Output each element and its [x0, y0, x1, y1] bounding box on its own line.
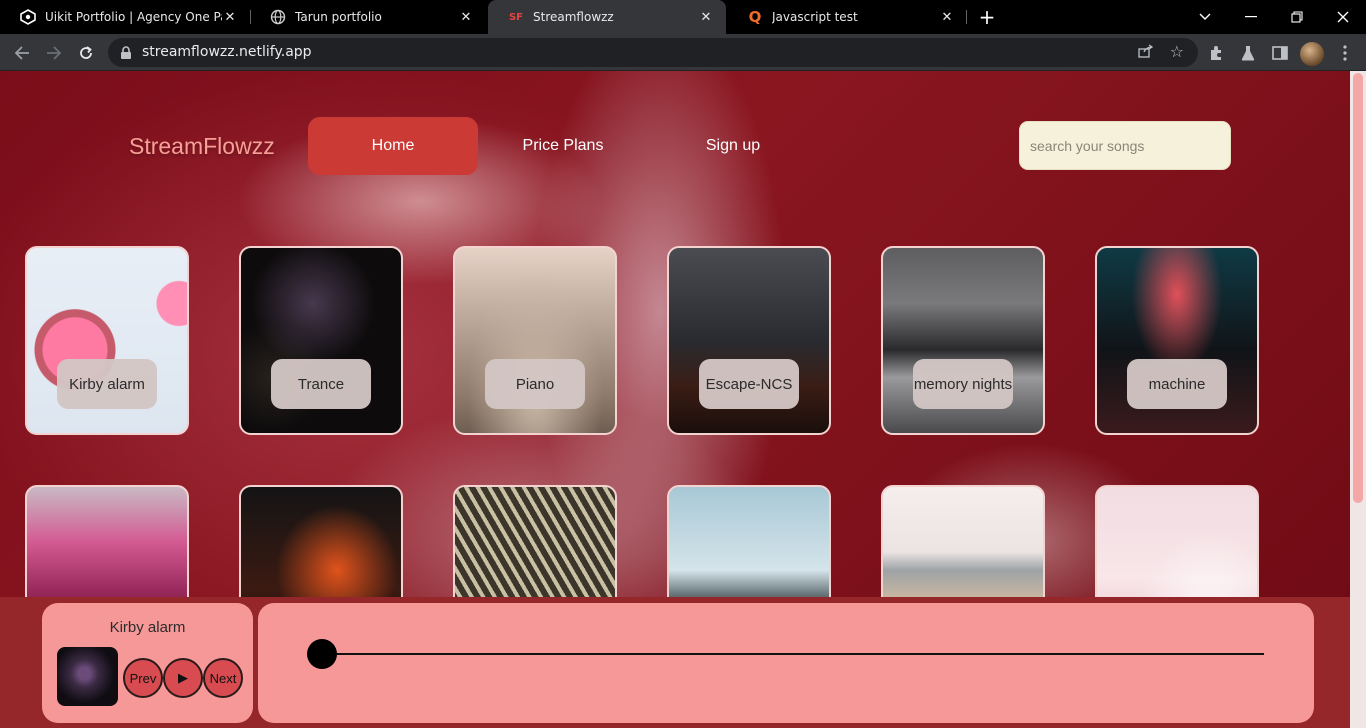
- site-logo[interactable]: StreamFlowzz: [129, 133, 275, 160]
- url-text: streamflowzz.netlify.app: [142, 44, 312, 60]
- tab-javascript-test[interactable]: Q Javascript test ✕: [727, 0, 967, 34]
- song-card-memory-nights[interactable]: memory nights: [881, 246, 1045, 435]
- prev-button[interactable]: Prev: [123, 658, 163, 698]
- song-card-kirby-alarm[interactable]: Kirby alarm: [25, 246, 189, 435]
- song-card-piano[interactable]: Piano: [453, 246, 617, 435]
- tab-title: Tarun portfolio: [295, 10, 382, 24]
- nav-sign-up[interactable]: Sign up: [648, 117, 818, 175]
- now-playing-artwork: [57, 647, 118, 706]
- address-bar[interactable]: streamflowzz.netlify.app ☆: [108, 38, 1198, 67]
- play-button[interactable]: ▶: [163, 658, 203, 698]
- reload-icon[interactable]: [73, 40, 99, 66]
- song-title: Trance: [271, 359, 371, 409]
- song-card-escape-ncs[interactable]: Escape-NCS: [667, 246, 831, 435]
- q-icon: Q: [748, 8, 762, 26]
- now-playing-title: Kirby alarm: [109, 619, 186, 636]
- scrollbar-thumb[interactable]: [1353, 73, 1363, 503]
- uikit-icon: [20, 9, 36, 25]
- song-title: memory nights: [913, 359, 1013, 409]
- close-tab-icon[interactable]: ✕: [698, 10, 714, 25]
- tab-tarun-portfolio[interactable]: Tarun portfolio ✕: [250, 0, 486, 34]
- share-icon[interactable]: [1138, 44, 1154, 62]
- globe-icon: [270, 9, 286, 25]
- page-scrollbar[interactable]: [1350, 71, 1366, 728]
- lock-icon: [120, 45, 134, 59]
- music-player-bar: Kirby alarm Prev ▶ Next: [0, 597, 1350, 728]
- minimize-icon[interactable]: [1228, 0, 1274, 34]
- search-input[interactable]: [1019, 121, 1231, 170]
- song-title: Escape-NCS: [699, 359, 799, 409]
- back-icon[interactable]: [9, 40, 35, 66]
- next-button[interactable]: Next: [203, 658, 243, 698]
- labs-flask-icon[interactable]: [1235, 40, 1261, 66]
- browser-toolbar: streamflowzz.netlify.app ☆: [0, 34, 1366, 71]
- song-title: machine: [1127, 359, 1227, 409]
- tab-title: Javascript test: [772, 10, 858, 24]
- close-tab-icon[interactable]: ✕: [939, 10, 955, 25]
- progress-track[interactable]: [322, 653, 1264, 655]
- progress-slider-thumb[interactable]: [307, 639, 337, 669]
- close-tab-icon[interactable]: ✕: [222, 10, 238, 25]
- menu-kebab-icon[interactable]: [1332, 40, 1358, 66]
- tab-divider: [966, 10, 967, 24]
- now-playing-panel: Kirby alarm Prev ▶ Next: [42, 603, 253, 723]
- new-tab-icon[interactable]: +: [976, 5, 998, 29]
- restore-icon[interactable]: [1274, 0, 1320, 34]
- song-title: Piano: [485, 359, 585, 409]
- streamflowzz-page: StreamFlowzz Home Price Plans Sign up Ki…: [0, 71, 1350, 728]
- tab-title: Uikit Portfolio | Agency One Page: [45, 10, 222, 24]
- extensions-icon[interactable]: [1203, 40, 1229, 66]
- tab-streamflowzz[interactable]: SF Streamflowzz ✕: [488, 0, 726, 34]
- tab-title: Streamflowzz: [533, 10, 614, 24]
- nav-price-plans[interactable]: Price Plans: [478, 117, 648, 175]
- play-icon: ▶: [178, 670, 188, 685]
- song-title: Kirby alarm: [57, 359, 157, 409]
- song-card-machine[interactable]: machine: [1095, 246, 1259, 435]
- side-panel-icon[interactable]: [1267, 40, 1293, 66]
- song-card-trance[interactable]: Trance: [239, 246, 403, 435]
- tab-search-icon[interactable]: [1182, 0, 1228, 34]
- close-tab-icon[interactable]: ✕: [458, 10, 474, 25]
- forward-icon[interactable]: [41, 40, 67, 66]
- nav-home[interactable]: Home: [308, 117, 478, 175]
- profile-avatar[interactable]: [1300, 42, 1324, 66]
- tab-uikit-portfolio[interactable]: Uikit Portfolio | Agency One Page ✕: [0, 0, 250, 34]
- sf-icon: SF: [508, 11, 524, 23]
- bookmark-star-icon[interactable]: ☆: [1170, 42, 1184, 61]
- progress-panel: [258, 603, 1314, 723]
- browser-tab-strip: Uikit Portfolio | Agency One Page ✕ Taru…: [0, 0, 1366, 34]
- close-window-icon[interactable]: [1320, 0, 1366, 34]
